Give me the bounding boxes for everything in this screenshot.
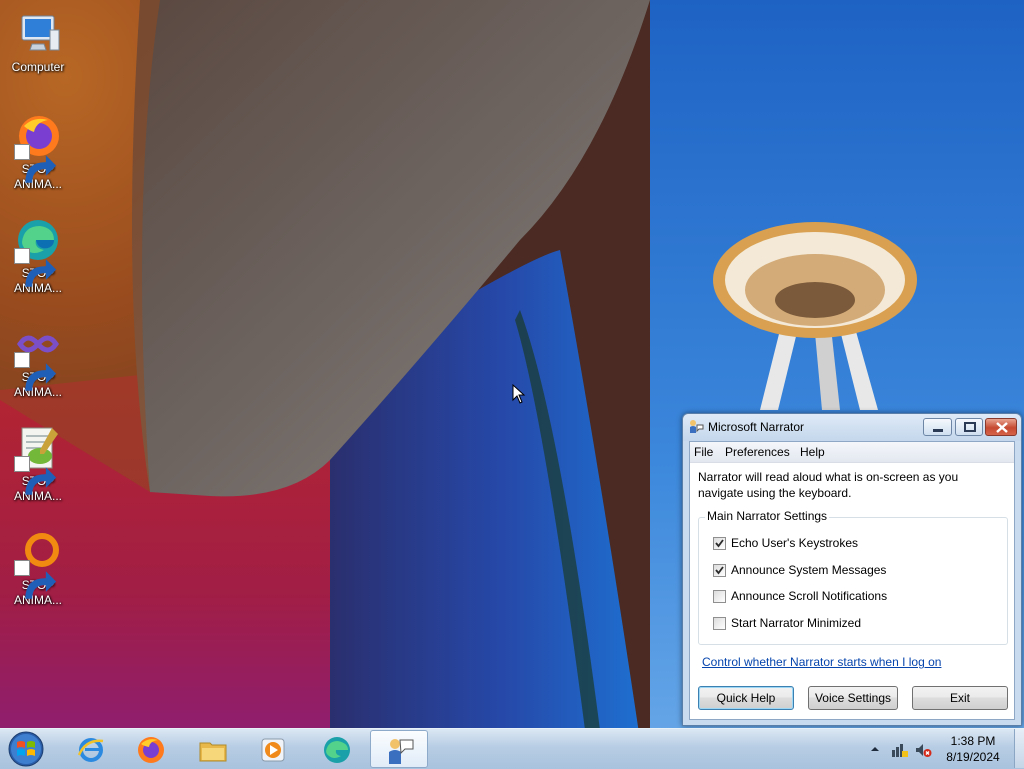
- exit-button[interactable]: Exit: [912, 686, 1008, 710]
- checkbox[interactable]: [713, 617, 726, 630]
- content-panel: Narrator will read aloud what is on-scre…: [690, 463, 1014, 719]
- menu-help[interactable]: Help: [800, 445, 825, 459]
- checkbox[interactable]: [713, 564, 726, 577]
- desktop-icon-ring-shortcut[interactable]: STOP ANIMA...: [0, 522, 76, 608]
- title-bar[interactable]: Microsoft Narrator: [683, 414, 1021, 441]
- close-button[interactable]: [985, 418, 1017, 436]
- network-icon[interactable]: [890, 741, 908, 759]
- minimize-icon: [933, 429, 943, 432]
- shortcut-arrow-icon: [14, 248, 57, 287]
- desktop-icon-notepadpp-shortcut[interactable]: STOP ANIMA...: [0, 418, 76, 504]
- checkbox-label: Announce Scroll Notifications: [731, 589, 888, 603]
- quick-help-button[interactable]: Quick Help: [698, 686, 794, 710]
- main-settings-group: Main Narrator Settings Echo User's Keyst…: [698, 509, 1008, 645]
- firefox-icon: [14, 112, 62, 183]
- computer-icon: [14, 10, 62, 58]
- logon-settings-link[interactable]: Control whether Narrator starts when I l…: [702, 655, 941, 669]
- shortcut-arrow-icon: [14, 456, 57, 495]
- restore-icon: [964, 422, 976, 432]
- visual-studio-icon: [14, 320, 62, 391]
- desktop-icon-label: Computer: [11, 60, 65, 74]
- menu-preferences[interactable]: Preferences: [725, 445, 790, 459]
- shortcut-arrow-icon: [14, 560, 57, 599]
- start-button[interactable]: [6, 730, 46, 768]
- edge-icon: [324, 737, 350, 763]
- taskbar-firefox[interactable]: [122, 730, 178, 768]
- clock-date: 8/19/2024: [946, 750, 1000, 764]
- taskbar-media-player[interactable]: [244, 730, 300, 768]
- mouse-cursor-icon: [512, 384, 526, 404]
- narrator-description: Narrator will read aloud what is on-scre…: [698, 470, 959, 500]
- taskbar-narrator[interactable]: [370, 730, 428, 768]
- desktop-icon-visual-studio-shortcut[interactable]: STOP ANIMA...: [0, 314, 76, 400]
- show-desktop-button[interactable]: [1014, 729, 1024, 768]
- narrator-icon: [389, 739, 414, 764]
- clock-time: 1:38 PM: [950, 734, 996, 748]
- taskbar-internet-explorer[interactable]: [62, 730, 118, 768]
- taskbar-edge[interactable]: [308, 730, 364, 768]
- desktop-icon-edge-shortcut[interactable]: STOP ANIMA...: [0, 210, 76, 296]
- checkbox-label: Start Narrator Minimized: [731, 616, 862, 630]
- notepad-plus-plus-icon: [14, 424, 62, 495]
- taskbar-clock[interactable]: 1:38 PM 8/19/2024: [940, 733, 1006, 765]
- checkbox[interactable]: [713, 537, 726, 550]
- check-mark-icon: [715, 539, 724, 548]
- internet-explorer-icon: [77, 738, 104, 762]
- desktop-icon-computer[interactable]: Computer: [0, 4, 76, 75]
- close-icon: [996, 422, 1008, 433]
- shortcut-arrow-icon: [14, 144, 57, 183]
- menu-file[interactable]: File: [694, 445, 713, 459]
- firefox-icon: [138, 737, 164, 763]
- checkbox-label: Announce System Messages: [731, 563, 887, 577]
- narrator-window: Microsoft Narrator File Preferences Help…: [682, 413, 1022, 726]
- file-explorer-icon: [199, 742, 227, 762]
- media-player-icon: [261, 738, 285, 762]
- check-mark-icon: [715, 566, 724, 575]
- taskbar-file-explorer[interactable]: [184, 730, 240, 768]
- window-title: Microsoft Narrator: [708, 420, 805, 434]
- checkbox-label: Echo User's Keystrokes: [731, 536, 859, 550]
- group-title: Main Narrator Settings: [705, 509, 830, 523]
- desktop-icon-firefox-shortcut[interactable]: STOP ANIMA...: [0, 106, 76, 192]
- shortcut-arrow-icon: [14, 352, 57, 391]
- voice-settings-button[interactable]: Voice Settings: [808, 686, 898, 710]
- restore-button[interactable]: [955, 418, 983, 436]
- volume-muted-icon[interactable]: [914, 741, 932, 759]
- ring-app-icon: [14, 528, 62, 599]
- checkbox[interactable]: [713, 590, 726, 603]
- menu-bar: File Preferences Help: [690, 442, 1014, 463]
- narrator-app-icon: [690, 420, 704, 433]
- show-hidden-icons-icon[interactable]: [870, 744, 880, 754]
- edge-icon: [14, 216, 62, 287]
- minimize-button[interactable]: [923, 418, 952, 436]
- narrator-client-area: File Preferences Help Narrator will read…: [689, 441, 1015, 720]
